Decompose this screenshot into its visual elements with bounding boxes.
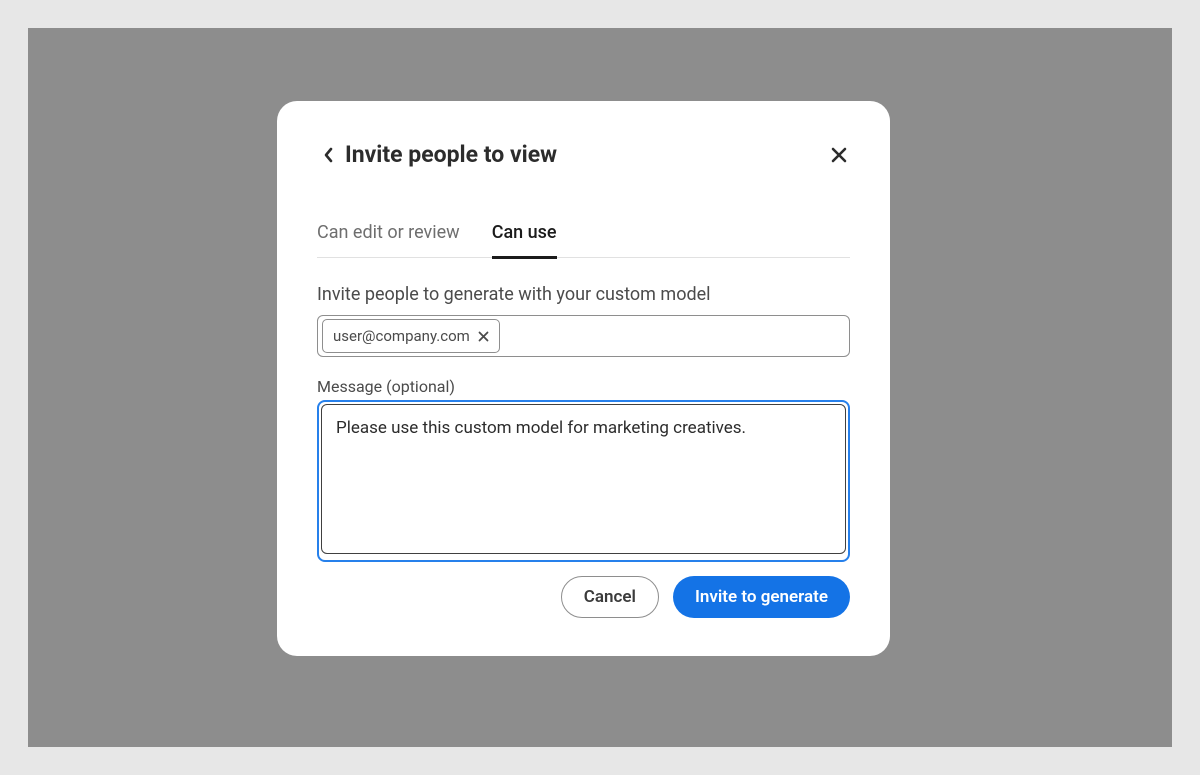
dialog-header: Invite people to view <box>317 141 850 168</box>
tab-can-use[interactable]: Can use <box>492 222 557 257</box>
message-focus-ring <box>317 400 850 562</box>
dialog-title: Invite people to view <box>345 141 557 168</box>
permission-tabs: Can edit or review Can use <box>317 222 850 258</box>
email-input[interactable]: user@company.com <box>317 315 850 357</box>
invite-dialog: Invite people to view Can edit or review… <box>277 101 890 656</box>
message-textarea[interactable] <box>321 404 846 554</box>
email-chip-text: user@company.com <box>333 327 470 345</box>
message-label: Message (optional) <box>317 377 850 396</box>
email-chip[interactable]: user@company.com <box>322 319 500 353</box>
cancel-button[interactable]: Cancel <box>561 576 659 618</box>
remove-recipient-button[interactable] <box>477 329 491 343</box>
dialog-header-left: Invite people to view <box>317 141 557 168</box>
invite-section-label: Invite people to generate with your cust… <box>317 284 850 305</box>
chevron-left-icon <box>323 147 333 163</box>
close-button[interactable] <box>828 144 850 166</box>
dialog-footer: Cancel Invite to generate <box>317 576 850 618</box>
app-backdrop: Invite people to view Can edit or review… <box>28 28 1172 747</box>
tab-can-edit-or-review[interactable]: Can edit or review <box>317 222 460 257</box>
close-icon <box>478 331 489 342</box>
invite-to-generate-button[interactable]: Invite to generate <box>673 576 850 618</box>
back-button[interactable] <box>317 144 339 166</box>
close-icon <box>830 146 848 164</box>
